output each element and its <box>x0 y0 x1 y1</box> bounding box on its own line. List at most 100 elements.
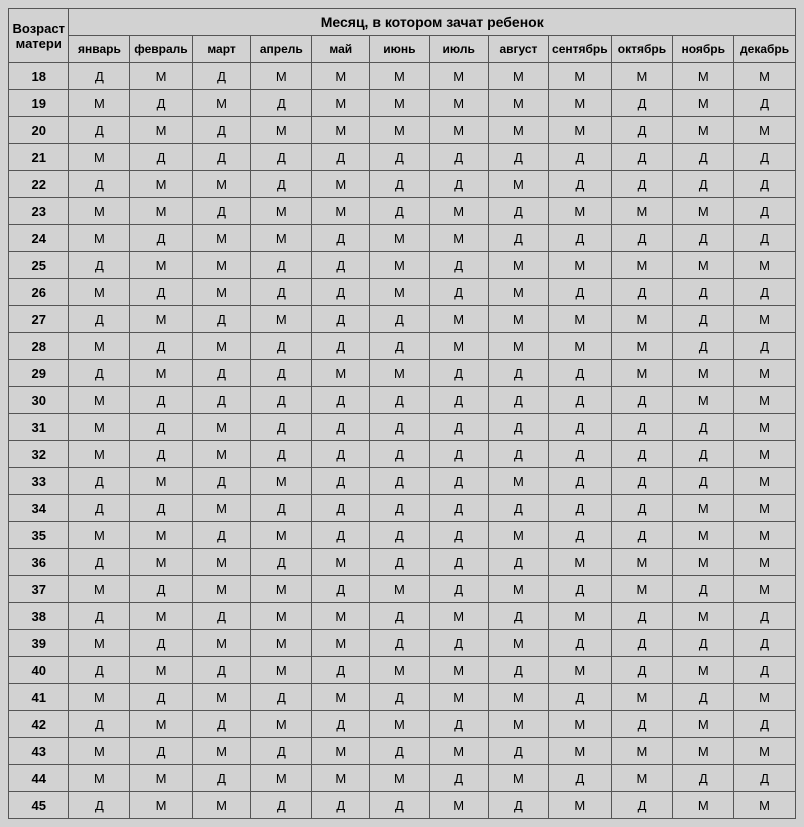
cell-value: М <box>370 63 429 90</box>
row-age: 32 <box>9 441 69 468</box>
cell-value: Д <box>734 711 796 738</box>
cell-value: Д <box>734 198 796 225</box>
cell-value: Д <box>549 495 612 522</box>
cell-value: Д <box>312 711 370 738</box>
table-row: 45ДММДДДМДМДММ <box>9 792 796 819</box>
table-row: 32МДМДДДДДДДДМ <box>9 441 796 468</box>
cell-value: М <box>488 468 548 495</box>
cell-value: Д <box>673 441 734 468</box>
cell-value: М <box>673 63 734 90</box>
cell-value: М <box>429 225 488 252</box>
cell-value: Д <box>429 711 488 738</box>
cell-value: М <box>130 468 192 495</box>
cell-value: Д <box>429 414 488 441</box>
cell-value: М <box>734 522 796 549</box>
cell-value: Д <box>370 495 429 522</box>
table-row: 42ДМДМДМДММДМД <box>9 711 796 738</box>
table-row: 34ДДМДДДДДДДММ <box>9 495 796 522</box>
cell-value: Д <box>370 198 429 225</box>
cell-value: Д <box>549 576 612 603</box>
cell-value: Д <box>611 630 673 657</box>
cell-value: Д <box>611 144 673 171</box>
cell-value: Д <box>370 387 429 414</box>
cell-value: Д <box>370 738 429 765</box>
cell-value: Д <box>611 792 673 819</box>
cell-value: Д <box>251 495 312 522</box>
row-age: 26 <box>9 279 69 306</box>
cell-value: Д <box>549 522 612 549</box>
cell-value: М <box>673 117 734 144</box>
table-row: 38ДМДММДМДМДМД <box>9 603 796 630</box>
table-row: 35ММДМДДДМДДММ <box>9 522 796 549</box>
cell-value: М <box>429 90 488 117</box>
cell-value: Д <box>69 603 130 630</box>
cell-value: М <box>251 657 312 684</box>
cell-value: М <box>673 603 734 630</box>
cell-value: Д <box>251 684 312 711</box>
header-month: декабрь <box>734 36 796 63</box>
cell-value: Д <box>673 765 734 792</box>
cell-value: М <box>130 711 192 738</box>
row-age: 21 <box>9 144 69 171</box>
table-row: 25ДММДДМДМММММ <box>9 252 796 279</box>
cell-value: Д <box>549 171 612 198</box>
cell-value: М <box>734 441 796 468</box>
cell-value: Д <box>488 387 548 414</box>
cell-value: М <box>549 90 612 117</box>
cell-value: М <box>611 360 673 387</box>
cell-value: Д <box>251 738 312 765</box>
cell-value: М <box>312 171 370 198</box>
cell-value: М <box>312 630 370 657</box>
cell-value: Д <box>429 549 488 576</box>
cell-value: М <box>549 333 612 360</box>
cell-value: М <box>251 306 312 333</box>
cell-value: Д <box>673 225 734 252</box>
cell-value: Д <box>312 144 370 171</box>
cell-value: Д <box>312 306 370 333</box>
cell-value: М <box>69 279 130 306</box>
cell-value: Д <box>549 630 612 657</box>
row-age: 36 <box>9 549 69 576</box>
row-age: 30 <box>9 387 69 414</box>
cell-value: М <box>130 117 192 144</box>
cell-value: М <box>734 468 796 495</box>
cell-value: М <box>130 198 192 225</box>
cell-value: Д <box>429 630 488 657</box>
cell-value: Д <box>549 225 612 252</box>
cell-value: Д <box>611 90 673 117</box>
cell-value: М <box>549 117 612 144</box>
table-row: 26МДМДДМДМДДДД <box>9 279 796 306</box>
cell-value: М <box>673 198 734 225</box>
cell-value: М <box>192 495 251 522</box>
cell-value: М <box>549 306 612 333</box>
table-row: 19МДМДМММММДМД <box>9 90 796 117</box>
cell-value: Д <box>488 225 548 252</box>
cell-value: Д <box>192 522 251 549</box>
cell-value: М <box>312 360 370 387</box>
cell-value: Д <box>734 603 796 630</box>
cell-value: Д <box>611 603 673 630</box>
cell-value: Д <box>130 495 192 522</box>
cell-value: М <box>192 441 251 468</box>
cell-value: Д <box>130 630 192 657</box>
cell-value: Д <box>611 495 673 522</box>
cell-value: М <box>673 90 734 117</box>
cell-value: Д <box>734 765 796 792</box>
header-month: февраль <box>130 36 192 63</box>
cell-value: М <box>429 333 488 360</box>
cell-value: М <box>370 657 429 684</box>
cell-value: М <box>192 738 251 765</box>
cell-value: Д <box>734 657 796 684</box>
cell-value: Д <box>69 171 130 198</box>
cell-value: М <box>312 198 370 225</box>
cell-value: М <box>488 765 548 792</box>
cell-value: М <box>549 63 612 90</box>
row-age: 34 <box>9 495 69 522</box>
cell-value: Д <box>734 630 796 657</box>
cell-value: Д <box>734 144 796 171</box>
cell-value: Д <box>370 333 429 360</box>
cell-value: Д <box>549 765 612 792</box>
cell-value: М <box>370 225 429 252</box>
cell-value: Д <box>370 171 429 198</box>
cell-value: М <box>734 387 796 414</box>
